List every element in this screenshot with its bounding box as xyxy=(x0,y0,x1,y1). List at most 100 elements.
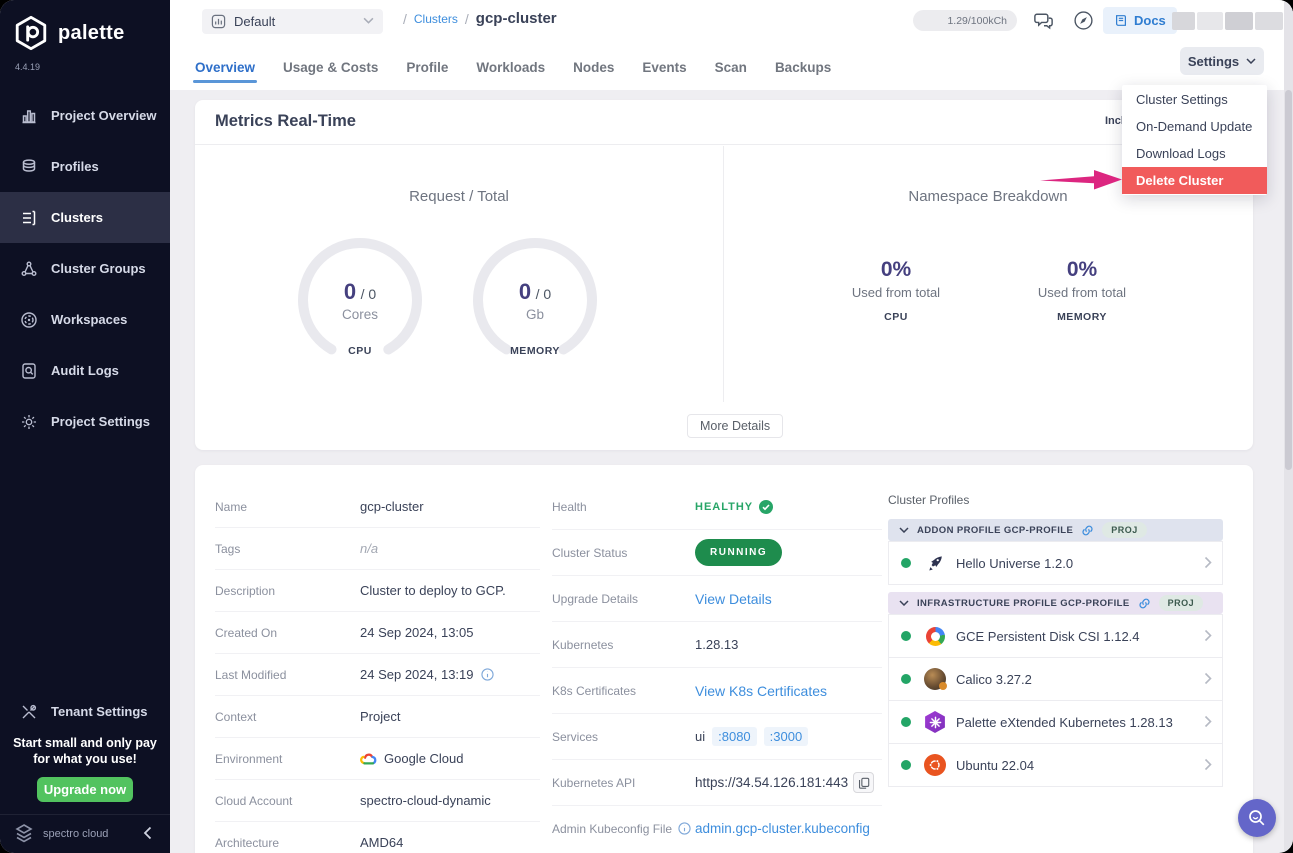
detail-value: AMD64 xyxy=(360,835,403,850)
pack-name: GCE Persistent Disk CSI 1.12.4 xyxy=(956,629,1140,644)
detail-row-k8s-certificates: K8s Certificates View K8s Certificates xyxy=(552,668,882,714)
detail-label: Description xyxy=(215,584,360,598)
sidebar-item-project-settings[interactable]: Project Settings xyxy=(0,396,170,447)
breadcrumb-separator: / xyxy=(403,11,407,27)
request-total-title: Request / Total xyxy=(195,188,723,205)
sidebar-item-cluster-groups[interactable]: Cluster Groups xyxy=(0,243,170,294)
detail-value: spectro-cloud-dynamic xyxy=(360,793,491,808)
palette-logo: palette xyxy=(12,14,125,52)
help-search-floating-button[interactable] xyxy=(1238,799,1276,837)
tab-usage-costs[interactable]: Usage & Costs xyxy=(283,45,378,90)
tab-workloads[interactable]: Workloads xyxy=(476,45,545,90)
sidebar-item-label: Workspaces xyxy=(51,312,127,327)
api-url: https://34.54.126.181:443 xyxy=(695,775,848,790)
infrastructure-profile-section-header[interactable]: INFRASTRUCTURE PROFILE GCP-PROFILE PROJ xyxy=(888,592,1223,614)
breadcrumb-link-clusters[interactable]: Clusters xyxy=(414,12,458,26)
addon-profile-section-header[interactable]: ADDON PROFILE GCP-PROFILE PROJ xyxy=(888,519,1223,541)
health-status: HEALTHY xyxy=(695,500,773,514)
kubeconfig-download-link[interactable]: admin.gcp-cluster.kubeconfig xyxy=(695,821,870,836)
detail-label: Cluster Status xyxy=(552,546,695,560)
sidebar-item-profiles[interactable]: Profiles xyxy=(0,141,170,192)
gauge-value: 0 xyxy=(344,279,356,304)
tab-nodes[interactable]: Nodes xyxy=(573,45,614,90)
info-icon[interactable] xyxy=(481,668,494,681)
details-left-column: Name gcp-cluster Tags n/a Description Cl… xyxy=(215,486,540,853)
tab-events[interactable]: Events xyxy=(642,45,686,90)
stat-value: 0% xyxy=(816,258,976,282)
sidebar-collapse-icon[interactable] xyxy=(143,826,152,840)
service-port-link[interactable]: :3000 xyxy=(764,727,809,746)
namespace-memory-stat: 0% Used from total MEMORY xyxy=(1002,258,1162,323)
tab-scan[interactable]: Scan xyxy=(715,45,747,90)
sidebar-item-audit-logs[interactable]: Audit Logs xyxy=(0,345,170,396)
pack-row-hello-universe[interactable]: Hello Universe 1.2.0 xyxy=(888,541,1223,585)
metrics-realtime-card: Metrics Real-Time Incl Request / Total 0… xyxy=(195,100,1253,450)
detail-row-context: Context Project xyxy=(215,696,540,738)
gauge-label-memory: MEMORY xyxy=(470,345,600,357)
more-details-button[interactable]: More Details xyxy=(687,414,783,438)
detail-row-health: Health HEALTHY xyxy=(552,484,882,530)
detail-row-description: Description Cluster to deploy to GCP. xyxy=(215,570,540,612)
upgrade-now-button[interactable]: Upgrade now xyxy=(37,777,133,802)
sidebar-item-clusters[interactable]: Clusters xyxy=(0,192,170,243)
services-value: ui :8080 :3000 xyxy=(695,727,808,746)
gear-icon xyxy=(20,413,38,431)
page-scrollbar-thumb[interactable] xyxy=(1285,90,1292,470)
project-selector-value: Default xyxy=(234,14,275,29)
environment-value: Google Cloud xyxy=(384,751,464,766)
gauge-total: / 0 xyxy=(361,286,377,302)
menu-item-delete-cluster[interactable]: Delete Cluster xyxy=(1122,167,1267,194)
tab-overview[interactable]: Overview xyxy=(195,45,255,90)
stat-label-cpu: CPU xyxy=(816,311,976,323)
pack-row-gce-disk[interactable]: GCE Persistent Disk CSI 1.12.4 xyxy=(888,614,1223,658)
api-endpoint: https://34.54.126.181:443 xyxy=(695,772,874,793)
docs-button[interactable]: Docs xyxy=(1103,7,1177,34)
cluster-profiles-title: Cluster Profiles xyxy=(888,493,1223,507)
gauge-value-block: 0 / 0 Gb xyxy=(470,279,600,322)
chevron-right-icon xyxy=(1204,629,1212,642)
copy-button[interactable] xyxy=(853,772,874,793)
cluster-details-card: Name gcp-cluster Tags n/a Description Cl… xyxy=(195,465,1253,853)
stat-caption: Used from total xyxy=(816,285,976,300)
sidebar-tenant-settings-wrap: Tenant Settings xyxy=(0,686,170,737)
sidebar-item-project-overview[interactable]: Project Overview xyxy=(0,90,170,141)
detail-value: Google Cloud xyxy=(360,751,464,766)
view-details-link[interactable]: View Details xyxy=(695,591,772,607)
menu-item-cluster-settings[interactable]: Cluster Settings xyxy=(1122,86,1267,113)
tab-backups[interactable]: Backups xyxy=(775,45,831,90)
chevron-right-icon xyxy=(1204,672,1212,685)
sidebar-item-workspaces[interactable]: Workspaces xyxy=(0,294,170,345)
kubeconfig-label: Admin Kubeconfig File xyxy=(552,822,672,836)
addon-profile-rows: Hello Universe 1.2.0 xyxy=(888,541,1223,585)
sidebar-item-label: Project Settings xyxy=(51,414,150,429)
pack-status-dot xyxy=(901,760,911,770)
service-port-link[interactable]: :8080 xyxy=(712,727,757,746)
menu-item-on-demand-update[interactable]: On-Demand Update xyxy=(1122,113,1267,140)
detail-label: Upgrade Details xyxy=(552,592,695,606)
health-value: HEALTHY xyxy=(695,501,753,513)
explore-button[interactable] xyxy=(1073,10,1094,36)
pack-row-pxk[interactable]: Palette eXtended Kubernetes 1.28.13 xyxy=(888,701,1223,744)
service-name: ui xyxy=(695,729,705,744)
logo-wordmark: palette xyxy=(58,22,125,45)
pack-row-ubuntu[interactable]: Ubuntu 22.04 xyxy=(888,744,1223,787)
gauge-label-cpu: CPU xyxy=(295,345,425,357)
menu-item-download-logs[interactable]: Download Logs xyxy=(1122,140,1267,167)
project-selector[interactable]: Default xyxy=(202,9,383,34)
settings-button[interactable]: Settings xyxy=(1180,47,1264,75)
detail-row-name: Name gcp-cluster xyxy=(215,486,540,528)
stat-value: 0% xyxy=(1002,258,1162,282)
metrics-divider xyxy=(723,146,724,402)
stack-icon xyxy=(20,158,38,176)
info-icon[interactable] xyxy=(678,822,691,835)
detail-row-created-on: Created On 24 Sep 2024, 13:05 xyxy=(215,612,540,654)
settings-button-label: Settings xyxy=(1188,54,1239,69)
pack-row-calico[interactable]: Calico 3.27.2 xyxy=(888,658,1223,701)
palette-kubernetes-icon xyxy=(923,711,947,733)
feedback-chat-button[interactable] xyxy=(1032,9,1055,37)
annotation-arrow xyxy=(1038,166,1124,193)
sidebar-item-tenant-settings[interactable]: Tenant Settings xyxy=(0,686,170,737)
tab-profile[interactable]: Profile xyxy=(406,45,448,90)
detail-label: Kubernetes API xyxy=(552,776,695,790)
view-k8s-certificates-link[interactable]: View K8s Certificates xyxy=(695,683,827,699)
